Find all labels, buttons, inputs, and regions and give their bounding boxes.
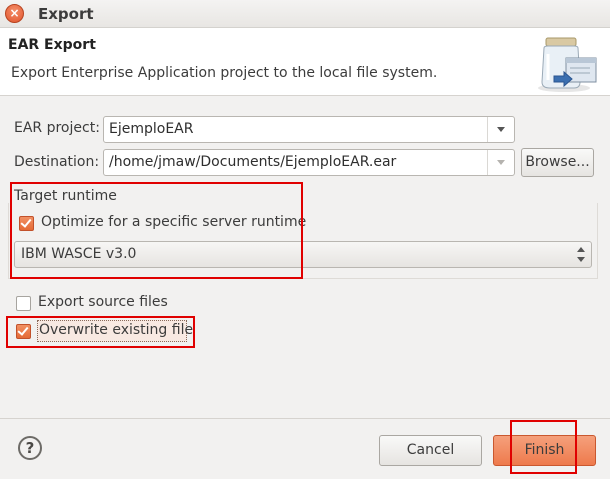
export-source-checkbox[interactable]	[16, 296, 31, 311]
destination-value: /home/jmaw/Documents/EjemploEAR.ear	[109, 154, 397, 170]
optimize-runtime-checkbox[interactable]	[19, 216, 34, 231]
destination-dropdown-button[interactable]	[487, 150, 514, 175]
ear-project-value: EjemploEAR	[109, 121, 194, 137]
target-runtime-group-label: Target runtime	[14, 188, 117, 204]
checkmark-icon	[17, 324, 29, 336]
wizard-banner: EAR Export Export Enterprise Application…	[0, 28, 610, 96]
overwrite-label[interactable]: Overwrite existing file	[39, 322, 193, 338]
chevron-down-icon	[497, 127, 505, 132]
close-icon[interactable]: ×	[5, 4, 24, 23]
ear-project-dropdown-button[interactable]	[487, 117, 514, 142]
footer-separator	[0, 418, 610, 419]
banner-description: Export Enterprise Application project to…	[11, 65, 438, 81]
export-source-label[interactable]: Export source files	[38, 294, 168, 310]
runtime-select[interactable]: IBM WASCE v3.0	[14, 241, 592, 268]
browse-button[interactable]: Browse...	[521, 148, 594, 177]
overwrite-checkbox[interactable]	[16, 324, 31, 339]
destination-label: Destination:	[14, 154, 100, 170]
runtime-select-value: IBM WASCE v3.0	[21, 246, 137, 262]
cancel-button[interactable]: Cancel	[379, 435, 482, 466]
checkmark-icon	[20, 216, 32, 228]
jar-export-icon	[538, 37, 597, 92]
updown-arrows-icon	[577, 247, 585, 263]
ear-project-combo[interactable]: EjemploEAR	[103, 116, 515, 143]
chevron-down-icon	[497, 160, 505, 165]
window-title: Export	[38, 5, 94, 23]
banner-title: EAR Export	[8, 37, 96, 53]
optimize-runtime-label[interactable]: Optimize for a specific server runtime	[41, 214, 306, 230]
title-bar: × Export	[0, 0, 610, 28]
ear-project-label: EAR project:	[14, 120, 100, 136]
help-icon[interactable]: ?	[18, 436, 42, 460]
destination-combo[interactable]: /home/jmaw/Documents/EjemploEAR.ear	[103, 149, 515, 176]
finish-button[interactable]: Finish	[493, 435, 596, 466]
